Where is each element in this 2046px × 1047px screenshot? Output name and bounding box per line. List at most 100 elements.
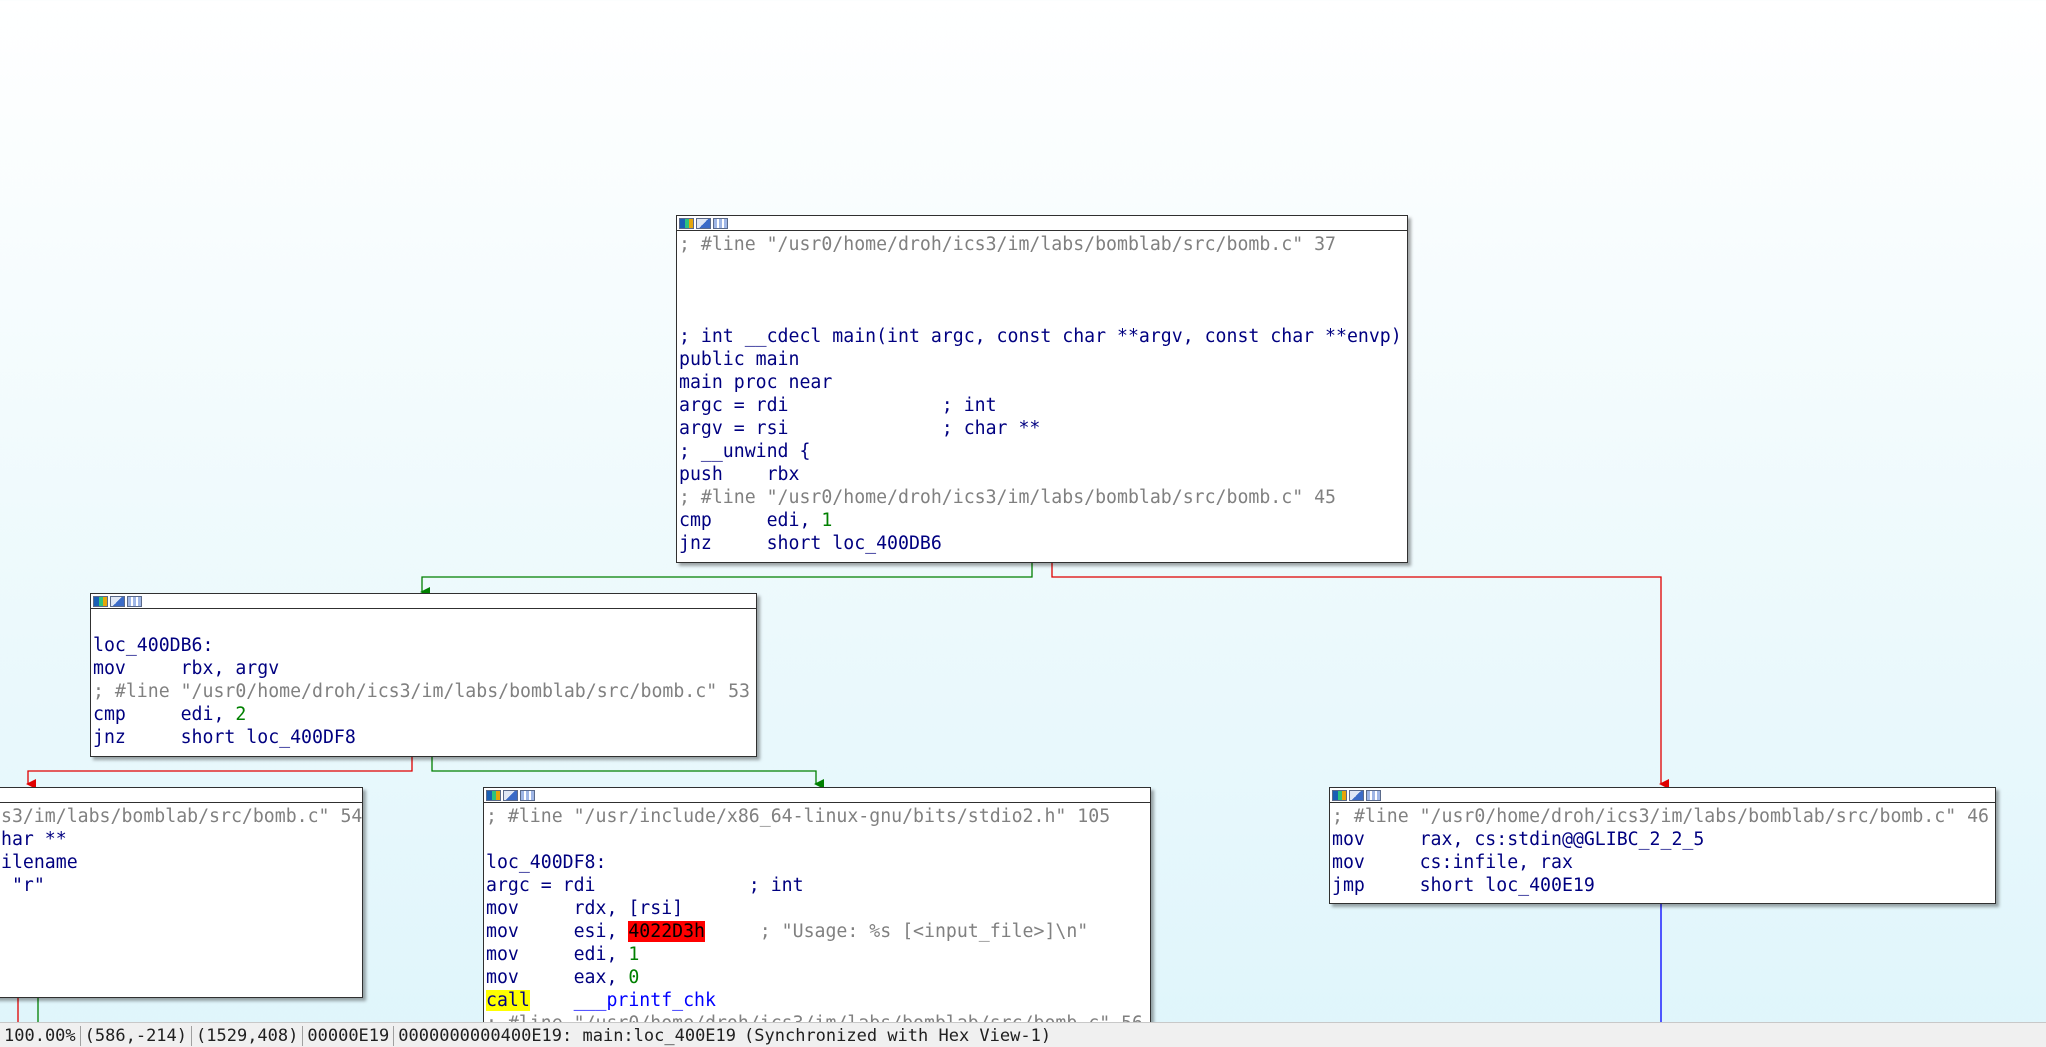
status-bar: 100.00% (586,-214) (1529,408) 00000E19 0… [0, 1022, 2046, 1047]
disasm-text: mov edi, [486, 944, 629, 965]
disasm-comment: ; #line "/usr0/home/droh/ics3/im/labs/bo… [1332, 806, 1989, 827]
node-rename-icon[interactable] [696, 217, 711, 229]
disasm-text: main proc near [679, 372, 833, 393]
disasm-line[interactable]: call ___printf_chk [486, 989, 1148, 1012]
disasm-text: mov esi, [486, 921, 629, 942]
disasm-line[interactable]: argc = rdi ; int [679, 394, 1405, 417]
node-group-icon[interactable] [1366, 789, 1381, 801]
disasm-text: ilename [1, 852, 78, 873]
edge-db6-to-df8[interactable] [431, 756, 824, 789]
disasm-line[interactable]: mov eax, 0 [486, 966, 1148, 989]
disasm-text: argc = rdi ; int [679, 395, 997, 416]
edge-db6-to-left[interactable] [26, 756, 413, 789]
node-color-icon[interactable] [93, 595, 108, 607]
disasm-immediate: 1 [821, 510, 833, 531]
disasm-line[interactable]: jnz short loc_400DB6 [679, 532, 1405, 555]
disasm-comment: ; #line "/usr0/home/droh/ics3/im/labs/bo… [679, 234, 1336, 255]
disasm-line[interactable]: ; #line "/usr/include/x86_64-linux-gnu/b… [486, 805, 1148, 828]
disasm-line[interactable]: cmp edi, 1 [679, 509, 1405, 532]
disasm-comment: ; #line "/usr0/home/droh/ics3/im/labs/bo… [679, 487, 1336, 508]
disasm-line[interactable]: mov rdx, [rsi] [486, 897, 1148, 920]
graph-node-loc-400df8[interactable]: ; #line "/usr/include/x86_64-linux-gnu/b… [483, 787, 1151, 1022]
graph-node-loc-400dab-stdin[interactable]: ; #line "/usr0/home/droh/ics3/im/labs/bo… [1329, 787, 1996, 904]
node-color-icon[interactable] [486, 789, 501, 801]
disasm-line[interactable]: jnz short loc_400DF8 [93, 726, 754, 749]
disasm-line[interactable]: mov edi, 1 [486, 943, 1148, 966]
disasm-line[interactable]: ; #line "/usr0/home/droh/ics3/im/labs/bo… [679, 233, 1405, 256]
disasm-text: mov rdx, [rsi] [486, 898, 684, 919]
disasm-comment: ; "Usage: %s [<input_file>]\n" [705, 921, 1089, 942]
status-graph-coords: (586,-214) [81, 1025, 193, 1046]
disasm-text: cmp edi, [93, 704, 236, 725]
disasm-comment: ; #line "/usr0/home/droh/ics3/im/labs/bo… [93, 681, 750, 702]
disasm-line[interactable]: "r" [1, 874, 360, 897]
disasm-line[interactable]: ; #line "/usr0/home/droh/ics3/im/labs/bo… [486, 1012, 1148, 1022]
graph-node-main[interactable]: ; #line "/usr0/home/droh/ics3/im/labs/bo… [676, 215, 1408, 563]
disasm-text: ; __unwind { [679, 441, 811, 462]
node-disassembly[interactable]: ; #line "/usr/include/x86_64-linux-gnu/b… [484, 803, 1150, 1022]
highlighted-operand: 4022D3h [628, 921, 706, 942]
disasm-line[interactable]: ; #line "/usr0/home/droh/ics3/im/labs/bo… [679, 486, 1405, 509]
disasm-text: loc_400DB6: [93, 635, 214, 656]
disasm-blank-line [486, 828, 1148, 851]
disasm-text: mov rax, cs:stdin@@GLIBC_2_2_5 [1332, 829, 1705, 850]
graph-node-loc-400db6[interactable]: loc_400DB6: mov rbx, argv; #line "/usr0/h… [90, 593, 757, 757]
node-rename-icon[interactable] [503, 789, 518, 801]
disasm-line[interactable]: argc = rdi ; int [486, 874, 1148, 897]
disasm-line[interactable]: ; #line "/usr0/home/droh/ics3/im/labs/bo… [1332, 805, 1993, 828]
disasm-text: mov rbx, argv [93, 658, 280, 679]
node-group-icon[interactable] [127, 595, 142, 607]
disasm-blank-line [679, 279, 1405, 302]
disasm-line[interactable]: s3/im/labs/bomblab/src/bomb.c" 54 [1, 805, 362, 828]
node-group-icon[interactable] [520, 789, 535, 801]
disasm-line[interactable]: ; #line "/usr0/home/droh/ics3/im/labs/bo… [93, 680, 754, 703]
edge-main-to-right[interactable] [1051, 562, 1669, 789]
disasm-text: ; int __cdecl main(int argc, const char … [679, 326, 1402, 347]
disasm-text: cmp edi, [679, 510, 822, 531]
status-address: 0000000000400E19: main:loc_400E19 [398, 1025, 737, 1046]
disasm-immediate: 2 [235, 704, 247, 725]
disasm-line[interactable]: ; __unwind { [679, 440, 1405, 463]
disasm-text: public main [679, 349, 800, 370]
disasm-line[interactable]: public main [679, 348, 1405, 371]
node-disassembly[interactable]: ; #line "/usr0/home/droh/ics3/im/labs/bo… [1330, 803, 1995, 897]
disasm-line[interactable]: jmp short loc_400E19 [1332, 874, 1993, 897]
node-color-icon[interactable] [1332, 789, 1347, 801]
node-color-icon[interactable] [679, 217, 694, 229]
node-disassembly[interactable]: loc_400DB6: mov rbx, argv; #line "/usr0/h… [91, 609, 756, 749]
disasm-line[interactable]: mov rax, cs:stdin@@GLIBC_2_2_5 [1332, 828, 1993, 851]
disasm-line[interactable]: mov rbx, argv [93, 657, 754, 680]
node-toolbar [677, 216, 1407, 231]
graph-view[interactable]: ; #line "/usr0/home/droh/ics3/im/labs/bo… [0, 0, 2046, 1022]
node-toolbar [91, 594, 756, 609]
disasm-line[interactable]: loc_400DF8: [486, 851, 1148, 874]
disasm-line[interactable]: har ** [1, 828, 360, 851]
disasm-line[interactable]: ; int __cdecl main(int argc, const char … [679, 325, 1405, 348]
disasm-text: "r" [1, 875, 45, 896]
disasm-line[interactable]: push rbx [679, 463, 1405, 486]
disasm-line[interactable]: ilename [1, 851, 360, 874]
graph-node-left-partial[interactable]: s3/im/labs/bomblab/src/bomb.c" 54 har ** i… [0, 787, 363, 998]
disasm-immediate: 1 [628, 944, 640, 965]
disasm-comment: ; #line "/usr0/home/droh/ics3/im/labs/bo… [486, 1013, 1143, 1022]
node-group-icon[interactable] [713, 217, 728, 229]
node-rename-icon[interactable] [1349, 789, 1364, 801]
edge-main-to-db6[interactable] [420, 562, 1033, 597]
disasm-line[interactable]: mov esi, 4022D3h ; "Usage: %s [<input_fi… [486, 920, 1148, 943]
disasm-line[interactable]: argv = rsi ; char ** [679, 417, 1405, 440]
disasm-line[interactable]: loc_400DB6: [93, 634, 754, 657]
status-view-coords: (1529,408) [192, 1025, 304, 1046]
node-disassembly[interactable]: ; #line "/usr0/home/droh/ics3/im/labs/bo… [677, 231, 1407, 555]
disasm-line[interactable]: main proc near [679, 371, 1405, 394]
node-rename-icon[interactable] [110, 595, 125, 607]
highlighted-mnemonic: call [486, 990, 530, 1011]
disasm-text: loc_400DF8: [486, 852, 607, 873]
disasm-blank-line [679, 256, 1405, 279]
disasm-line[interactable]: mov cs:infile, rax [1332, 851, 1993, 874]
disasm-immediate: 0 [628, 967, 640, 988]
disasm-line[interactable]: cmp edi, 2 [93, 703, 754, 726]
disasm-blank-line [93, 611, 754, 634]
disasm-text: jnz short loc_400DF8 [93, 727, 356, 748]
node-disassembly[interactable]: s3/im/labs/bomblab/src/bomb.c" 54 har ** i… [0, 803, 362, 897]
status-zoom: 100.00% [0, 1025, 81, 1046]
